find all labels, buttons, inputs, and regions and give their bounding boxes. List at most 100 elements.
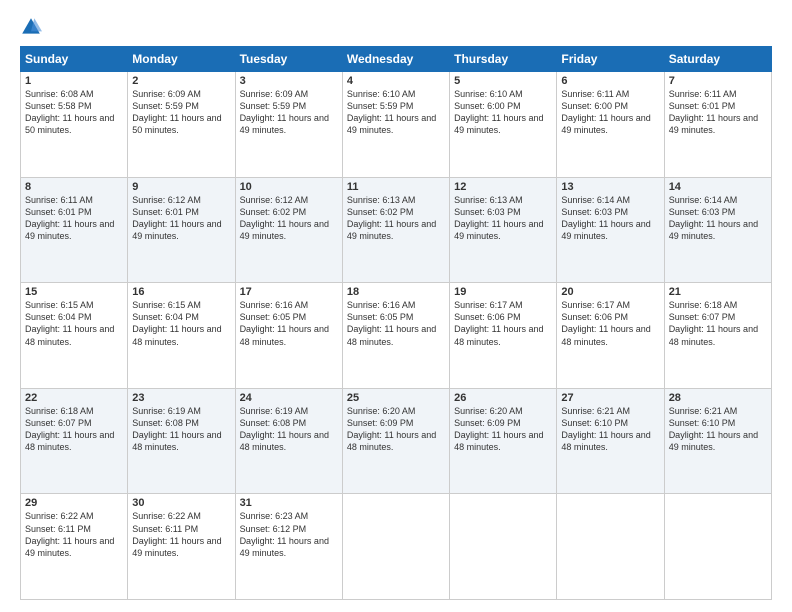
day-info: Sunrise: 6:14 AMSunset: 6:03 PMDaylight:…: [561, 195, 650, 241]
day-info: Sunrise: 6:15 AMSunset: 6:04 PMDaylight:…: [132, 300, 221, 346]
day-number: 18: [347, 286, 445, 298]
day-info: Sunrise: 6:08 AMSunset: 5:58 PMDaylight:…: [25, 89, 114, 135]
day-info: Sunrise: 6:18 AMSunset: 6:07 PMDaylight:…: [25, 406, 114, 452]
calendar-cell: 15 Sunrise: 6:15 AMSunset: 6:04 PMDaylig…: [21, 283, 128, 389]
calendar-cell: 28 Sunrise: 6:21 AMSunset: 6:10 PMDaylig…: [664, 388, 771, 494]
calendar-cell: 11 Sunrise: 6:13 AMSunset: 6:02 PMDaylig…: [342, 177, 449, 283]
day-number: 6: [561, 75, 659, 87]
calendar-cell: 27 Sunrise: 6:21 AMSunset: 6:10 PMDaylig…: [557, 388, 664, 494]
day-info: Sunrise: 6:09 AMSunset: 5:59 PMDaylight:…: [240, 89, 329, 135]
logo: [20, 16, 44, 38]
day-info: Sunrise: 6:21 AMSunset: 6:10 PMDaylight:…: [561, 406, 650, 452]
calendar-cell: 2 Sunrise: 6:09 AMSunset: 5:59 PMDayligh…: [128, 72, 235, 178]
day-number: 25: [347, 392, 445, 404]
calendar-cell: 10 Sunrise: 6:12 AMSunset: 6:02 PMDaylig…: [235, 177, 342, 283]
week-row-1: 1 Sunrise: 6:08 AMSunset: 5:58 PMDayligh…: [21, 72, 772, 178]
day-number: 2: [132, 75, 230, 87]
day-number: 1: [25, 75, 123, 87]
day-info: Sunrise: 6:15 AMSunset: 6:04 PMDaylight:…: [25, 300, 114, 346]
day-info: Sunrise: 6:16 AMSunset: 6:05 PMDaylight:…: [240, 300, 329, 346]
calendar-cell: 20 Sunrise: 6:17 AMSunset: 6:06 PMDaylig…: [557, 283, 664, 389]
day-number: 27: [561, 392, 659, 404]
day-info: Sunrise: 6:12 AMSunset: 6:02 PMDaylight:…: [240, 195, 329, 241]
day-info: Sunrise: 6:20 AMSunset: 6:09 PMDaylight:…: [347, 406, 436, 452]
day-info: Sunrise: 6:21 AMSunset: 6:10 PMDaylight:…: [669, 406, 758, 452]
day-number: 10: [240, 181, 338, 193]
day-number: 12: [454, 181, 552, 193]
day-info: Sunrise: 6:13 AMSunset: 6:02 PMDaylight:…: [347, 195, 436, 241]
day-info: Sunrise: 6:12 AMSunset: 6:01 PMDaylight:…: [132, 195, 221, 241]
day-info: Sunrise: 6:23 AMSunset: 6:12 PMDaylight:…: [240, 511, 329, 557]
week-row-2: 8 Sunrise: 6:11 AMSunset: 6:01 PMDayligh…: [21, 177, 772, 283]
day-number: 9: [132, 181, 230, 193]
day-number: 24: [240, 392, 338, 404]
calendar-cell: 5 Sunrise: 6:10 AMSunset: 6:00 PMDayligh…: [450, 72, 557, 178]
calendar-cell: 1 Sunrise: 6:08 AMSunset: 5:58 PMDayligh…: [21, 72, 128, 178]
day-header-tuesday: Tuesday: [235, 47, 342, 72]
day-number: 14: [669, 181, 767, 193]
day-number: 28: [669, 392, 767, 404]
day-number: 19: [454, 286, 552, 298]
calendar-cell: 7 Sunrise: 6:11 AMSunset: 6:01 PMDayligh…: [664, 72, 771, 178]
calendar-cell: 22 Sunrise: 6:18 AMSunset: 6:07 PMDaylig…: [21, 388, 128, 494]
day-number: 4: [347, 75, 445, 87]
calendar-cell: 9 Sunrise: 6:12 AMSunset: 6:01 PMDayligh…: [128, 177, 235, 283]
day-number: 15: [25, 286, 123, 298]
day-number: 17: [240, 286, 338, 298]
calendar-cell: 4 Sunrise: 6:10 AMSunset: 5:59 PMDayligh…: [342, 72, 449, 178]
day-info: Sunrise: 6:11 AMSunset: 6:01 PMDaylight:…: [669, 89, 758, 135]
calendar-cell: 6 Sunrise: 6:11 AMSunset: 6:00 PMDayligh…: [557, 72, 664, 178]
calendar-cell: 12 Sunrise: 6:13 AMSunset: 6:03 PMDaylig…: [450, 177, 557, 283]
calendar-cell: 13 Sunrise: 6:14 AMSunset: 6:03 PMDaylig…: [557, 177, 664, 283]
day-number: 26: [454, 392, 552, 404]
day-header-monday: Monday: [128, 47, 235, 72]
day-number: 21: [669, 286, 767, 298]
day-header-sunday: Sunday: [21, 47, 128, 72]
day-number: 13: [561, 181, 659, 193]
calendar-cell: 16 Sunrise: 6:15 AMSunset: 6:04 PMDaylig…: [128, 283, 235, 389]
day-info: Sunrise: 6:20 AMSunset: 6:09 PMDaylight:…: [454, 406, 543, 452]
day-number: 20: [561, 286, 659, 298]
day-info: Sunrise: 6:11 AMSunset: 6:00 PMDaylight:…: [561, 89, 650, 135]
calendar-cell: 31 Sunrise: 6:23 AMSunset: 6:12 PMDaylig…: [235, 494, 342, 600]
calendar-cell: 24 Sunrise: 6:19 AMSunset: 6:08 PMDaylig…: [235, 388, 342, 494]
week-row-5: 29 Sunrise: 6:22 AMSunset: 6:11 PMDaylig…: [21, 494, 772, 600]
day-number: 31: [240, 497, 338, 509]
day-info: Sunrise: 6:10 AMSunset: 5:59 PMDaylight:…: [347, 89, 436, 135]
day-header-thursday: Thursday: [450, 47, 557, 72]
day-info: Sunrise: 6:17 AMSunset: 6:06 PMDaylight:…: [454, 300, 543, 346]
logo-icon: [20, 16, 42, 38]
day-info: Sunrise: 6:18 AMSunset: 6:07 PMDaylight:…: [669, 300, 758, 346]
day-header-friday: Friday: [557, 47, 664, 72]
calendar-cell: 17 Sunrise: 6:16 AMSunset: 6:05 PMDaylig…: [235, 283, 342, 389]
calendar-cell: [557, 494, 664, 600]
day-header-wednesday: Wednesday: [342, 47, 449, 72]
day-info: Sunrise: 6:19 AMSunset: 6:08 PMDaylight:…: [240, 406, 329, 452]
calendar-cell: 25 Sunrise: 6:20 AMSunset: 6:09 PMDaylig…: [342, 388, 449, 494]
day-header-saturday: Saturday: [664, 47, 771, 72]
calendar-cell: 19 Sunrise: 6:17 AMSunset: 6:06 PMDaylig…: [450, 283, 557, 389]
calendar-cell: 26 Sunrise: 6:20 AMSunset: 6:09 PMDaylig…: [450, 388, 557, 494]
calendar-cell: 3 Sunrise: 6:09 AMSunset: 5:59 PMDayligh…: [235, 72, 342, 178]
day-info: Sunrise: 6:17 AMSunset: 6:06 PMDaylight:…: [561, 300, 650, 346]
day-info: Sunrise: 6:19 AMSunset: 6:08 PMDaylight:…: [132, 406, 221, 452]
day-info: Sunrise: 6:09 AMSunset: 5:59 PMDaylight:…: [132, 89, 221, 135]
calendar-cell: [342, 494, 449, 600]
day-number: 16: [132, 286, 230, 298]
day-number: 8: [25, 181, 123, 193]
calendar-cell: 21 Sunrise: 6:18 AMSunset: 6:07 PMDaylig…: [664, 283, 771, 389]
day-number: 30: [132, 497, 230, 509]
calendar-cell: [450, 494, 557, 600]
day-info: Sunrise: 6:16 AMSunset: 6:05 PMDaylight:…: [347, 300, 436, 346]
day-number: 23: [132, 392, 230, 404]
day-number: 3: [240, 75, 338, 87]
day-number: 11: [347, 181, 445, 193]
calendar-cell: [664, 494, 771, 600]
day-info: Sunrise: 6:13 AMSunset: 6:03 PMDaylight:…: [454, 195, 543, 241]
day-number: 5: [454, 75, 552, 87]
day-info: Sunrise: 6:14 AMSunset: 6:03 PMDaylight:…: [669, 195, 758, 241]
day-info: Sunrise: 6:22 AMSunset: 6:11 PMDaylight:…: [132, 511, 221, 557]
calendar-cell: 14 Sunrise: 6:14 AMSunset: 6:03 PMDaylig…: [664, 177, 771, 283]
day-info: Sunrise: 6:22 AMSunset: 6:11 PMDaylight:…: [25, 511, 114, 557]
day-number: 29: [25, 497, 123, 509]
